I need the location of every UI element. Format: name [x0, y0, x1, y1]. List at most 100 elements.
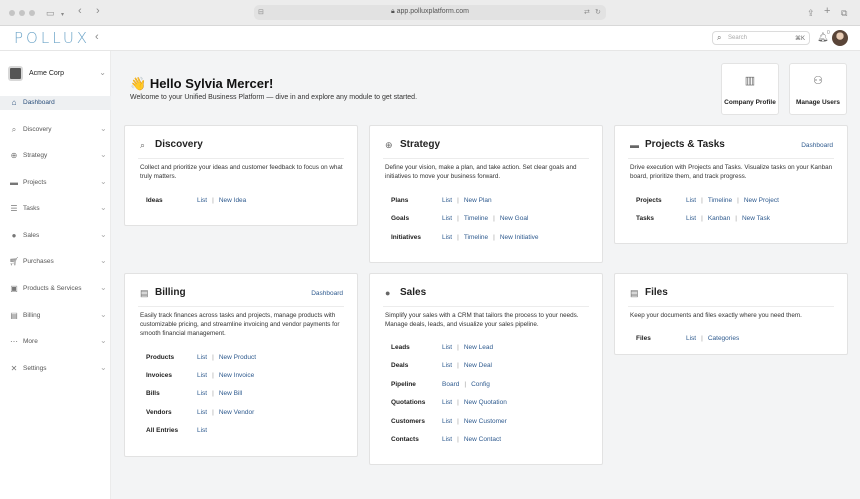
- back-icon[interactable]: ‹: [78, 5, 82, 17]
- sidebar-item-label: Purchases: [23, 258, 54, 265]
- zoom-window-button[interactable]: [29, 10, 35, 16]
- card-title: Strategy: [400, 139, 441, 150]
- app-header: POLLUX ‹ ⌕ Search ⌘K 🔔︎ 0: [0, 26, 860, 51]
- tabs-overview-icon[interactable]: ⧉: [841, 7, 847, 19]
- list-link[interactable]: List: [442, 418, 452, 425]
- share-icon[interactable]: ⇪: [807, 7, 815, 19]
- list-link[interactable]: List: [686, 335, 696, 342]
- address-bar[interactable]: ⊟ 🔒︎ app.polluxplatform.com ⇄ ↻: [254, 5, 606, 20]
- translate-icon[interactable]: ⇄: [584, 7, 590, 19]
- row-label: Leads: [391, 344, 410, 351]
- list-link[interactable]: List: [442, 436, 452, 443]
- search-icon: ⌕: [140, 140, 146, 150]
- list-link[interactable]: List: [197, 197, 207, 204]
- new-tab-icon[interactable]: +: [824, 5, 830, 17]
- discovery-card: ⌕ Discovery Collect and prioritize your …: [124, 125, 358, 226]
- company-profile-button[interactable]: ▥ Company Profile: [721, 63, 779, 115]
- list-link[interactable]: List: [197, 409, 207, 416]
- timeline-link[interactable]: Timeline: [464, 215, 488, 222]
- row-label: Customers: [391, 418, 425, 425]
- card-description: Easily track finances across tasks and p…: [140, 312, 340, 337]
- sidebar-item-label: Projects: [23, 179, 47, 186]
- forward-icon[interactable]: ›: [96, 5, 100, 17]
- row-label: Vendors: [146, 409, 172, 416]
- list-link[interactable]: List: [442, 362, 452, 369]
- new-quotation-link[interactable]: New Quotation: [464, 399, 507, 406]
- kanban-link[interactable]: Kanban: [708, 215, 730, 222]
- chevron-down-icon: ⌄: [100, 363, 107, 372]
- users-icon: ⚇: [813, 75, 823, 87]
- new-bill-link[interactable]: New Bill: [219, 390, 242, 397]
- new-lead-link[interactable]: New Lead: [464, 344, 493, 351]
- manage-users-button[interactable]: ⚇ Manage Users: [789, 63, 847, 115]
- sidebar-item-billing[interactable]: ▤ Billing ⌄: [0, 309, 111, 323]
- new-goal-link[interactable]: New Goal: [500, 215, 529, 222]
- categories-link[interactable]: Categories: [708, 335, 739, 342]
- folder-icon: ▤: [630, 288, 639, 298]
- sidebar-item-discovery[interactable]: ⌕ Discovery ⌄: [0, 123, 111, 137]
- new-contact-link[interactable]: New Contact: [464, 436, 501, 443]
- briefcase-icon: ▬: [10, 178, 18, 187]
- chevron-down-icon: ⌄: [100, 283, 107, 292]
- sidebar-item-purchases[interactable]: 🛒︎ Purchases ⌄: [0, 255, 111, 269]
- list-link[interactable]: List: [442, 399, 452, 406]
- card-description: Drive execution with Projects and Tasks.…: [630, 164, 833, 180]
- row-label: Files: [636, 335, 651, 342]
- billing-dashboard-link[interactable]: Dashboard: [311, 290, 343, 297]
- sidebar-item-products-services[interactable]: ▣ Products & Services ⌄: [0, 282, 111, 296]
- board-link[interactable]: Board: [442, 381, 459, 388]
- card-description: Keep your documents and files exactly wh…: [630, 312, 802, 319]
- new-product-link[interactable]: New Product: [219, 354, 256, 361]
- sidebar-item-tasks[interactable]: ☰ Tasks ⌄: [0, 202, 111, 216]
- reload-icon[interactable]: ↻: [595, 7, 601, 19]
- user-avatar[interactable]: [832, 30, 848, 46]
- search-placeholder: Search: [728, 35, 748, 41]
- sidebar-item-settings[interactable]: ✕ Settings ⌄: [0, 362, 111, 376]
- list-link[interactable]: List: [442, 215, 452, 222]
- sidebar-item-projects[interactable]: ▬ Projects ⌄: [0, 176, 111, 190]
- new-plan-link[interactable]: New Plan: [464, 197, 492, 204]
- timeline-link[interactable]: Timeline: [708, 197, 732, 204]
- collapse-sidebar-icon[interactable]: ‹: [95, 31, 99, 43]
- projects-dashboard-link[interactable]: Dashboard: [801, 142, 833, 149]
- new-project-link[interactable]: New Project: [744, 197, 779, 204]
- new-customer-link[interactable]: New Customer: [464, 418, 507, 425]
- new-idea-link[interactable]: New Idea: [219, 197, 246, 204]
- config-link[interactable]: Config: [471, 381, 490, 388]
- chevron-down-icon[interactable]: ▾: [61, 9, 64, 21]
- new-invoice-link[interactable]: New Invoice: [219, 372, 254, 379]
- list-link[interactable]: List: [197, 354, 207, 361]
- app-logo[interactable]: POLLUX: [14, 29, 90, 47]
- list-link[interactable]: List: [197, 390, 207, 397]
- list-link[interactable]: List: [686, 197, 696, 204]
- list-link[interactable]: List: [197, 372, 207, 379]
- billing-icon: ▤: [140, 288, 149, 298]
- org-switcher[interactable]: Acme Corp ⌄: [8, 65, 108, 83]
- list-link[interactable]: List: [442, 234, 452, 241]
- sidebar-item-dashboard[interactable]: ⌂ Dashboard: [0, 96, 111, 110]
- page-title-text: Hello Sylvia Mercer!: [149, 76, 274, 91]
- new-task-link[interactable]: New Task: [742, 215, 770, 222]
- search-input[interactable]: ⌕ Search ⌘K: [712, 31, 810, 45]
- new-vendor-link[interactable]: New Vendor: [219, 409, 254, 416]
- chevron-down-icon: ⌄: [100, 310, 107, 319]
- chevron-down-icon: ⌄: [100, 150, 107, 159]
- minimize-window-button[interactable]: [19, 10, 25, 16]
- new-deal-link[interactable]: New Deal: [464, 362, 492, 369]
- list-link[interactable]: List: [197, 427, 207, 434]
- timeline-link[interactable]: Timeline: [464, 234, 488, 241]
- new-initiative-link[interactable]: New Initiative: [500, 234, 539, 241]
- list-link[interactable]: List: [686, 215, 696, 222]
- sidebar-item-strategy[interactable]: ⊕ Strategy ⌄: [0, 149, 111, 163]
- org-name: Acme Corp: [29, 70, 65, 77]
- close-window-button[interactable]: [9, 10, 15, 16]
- sidebar-item-more[interactable]: ⋯ More ⌄: [0, 335, 111, 349]
- list-link[interactable]: List: [442, 197, 452, 204]
- sidebar-item-label: Tasks: [23, 205, 40, 212]
- sidebar-item-sales[interactable]: ● Sales ⌄: [0, 229, 111, 243]
- list-link[interactable]: List: [442, 344, 452, 351]
- sidebar-toggle-icon[interactable]: ▭: [46, 7, 55, 19]
- sidebar-item-label: Discovery: [23, 126, 52, 133]
- home-icon: ⌂: [11, 98, 17, 107]
- row-label: Plans: [391, 197, 409, 204]
